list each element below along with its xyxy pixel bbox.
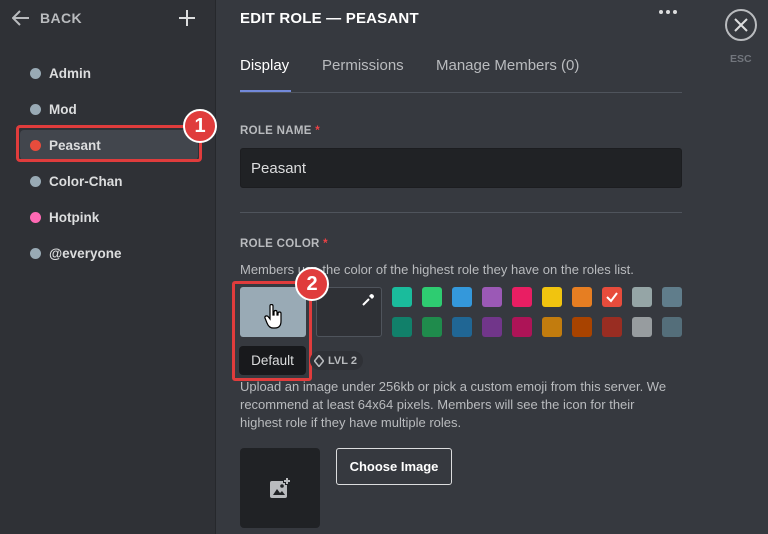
role-color-label: ROLE COLOR * (240, 238, 328, 250)
add-role-icon[interactable] (178, 9, 196, 32)
color-swatch[interactable] (542, 287, 562, 307)
color-swatch[interactable] (452, 287, 472, 307)
boost-gem-icon (314, 354, 324, 367)
tab-divider (240, 92, 682, 93)
role-item-hotpink[interactable]: Hotpink (20, 202, 198, 232)
level-badge: LVL 2 (310, 351, 363, 370)
role-item-admin[interactable]: Admin (20, 58, 198, 88)
close-icon (734, 18, 748, 32)
custom-color-swatch[interactable] (316, 287, 382, 337)
role-color-dot (30, 247, 41, 259)
color-swatch[interactable] (392, 317, 412, 337)
arrow-left-icon (12, 10, 29, 26)
role-name: Admin (49, 65, 91, 81)
color-swatch[interactable] (542, 317, 562, 337)
hand-cursor-icon (264, 303, 284, 335)
color-swatch[interactable] (482, 287, 502, 307)
color-swatch[interactable] (572, 287, 592, 307)
choose-image-button[interactable]: Choose Image (336, 448, 452, 485)
color-swatch[interactable] (632, 317, 652, 337)
role-icon-upload[interactable] (240, 448, 320, 528)
role-name: @everyone (49, 245, 122, 261)
role-color-dot (30, 103, 41, 115)
role-item-mod[interactable]: Mod (20, 94, 198, 124)
step-badge-1: 1 (183, 109, 217, 143)
color-swatch[interactable] (662, 317, 682, 337)
eyedropper-icon (362, 294, 374, 306)
highlight-box-1 (16, 125, 202, 162)
role-item-color-chan[interactable]: Color-Chan (20, 166, 198, 196)
color-swatch[interactable] (422, 287, 442, 307)
role-icon-description: Upload an image under 256kb or pick a cu… (240, 379, 667, 430)
back-button[interactable]: BACK (12, 10, 82, 26)
role-color-dot (30, 67, 41, 79)
color-swatch[interactable] (482, 317, 502, 337)
tab-display[interactable]: Display (240, 57, 289, 74)
default-tooltip: Default (239, 346, 306, 375)
role-color-dot (30, 175, 41, 187)
role-name: Hotpink (49, 209, 100, 225)
back-label: BACK (40, 10, 83, 26)
esc-label: ESC (730, 53, 752, 65)
role-name: Color-Chan (49, 173, 123, 189)
color-swatch[interactable] (512, 317, 532, 337)
tab-manage-members[interactable]: Manage Members (0) (436, 57, 579, 74)
page-title: EDIT ROLE — PEASANT (240, 10, 419, 27)
color-swatch[interactable] (452, 317, 472, 337)
color-swatch[interactable] (632, 287, 652, 307)
color-swatch[interactable] (662, 287, 682, 307)
color-swatch[interactable] (512, 287, 532, 307)
sidebar-divider (215, 0, 216, 534)
role-name-input[interactable]: Peasant (240, 148, 682, 188)
role-name-label: ROLE NAME * (240, 125, 320, 137)
role-color-dot (30, 211, 41, 223)
color-swatch[interactable] (602, 287, 622, 307)
role-name-value: Peasant (251, 159, 307, 177)
section-divider (240, 212, 682, 213)
step-badge-2: 2 (295, 267, 329, 301)
add-image-icon (270, 477, 291, 498)
color-swatch[interactable] (602, 317, 622, 337)
color-swatch[interactable] (392, 287, 412, 307)
tab-permissions[interactable]: Permissions (322, 57, 404, 74)
color-swatch[interactable] (422, 317, 442, 337)
close-button[interactable] (725, 9, 757, 41)
color-swatch[interactable] (572, 317, 592, 337)
more-options-icon[interactable] (659, 10, 677, 14)
role-name: Mod (49, 101, 77, 117)
checkmark-icon (606, 292, 618, 303)
role-item-everyone[interactable]: @everyone (20, 238, 198, 268)
